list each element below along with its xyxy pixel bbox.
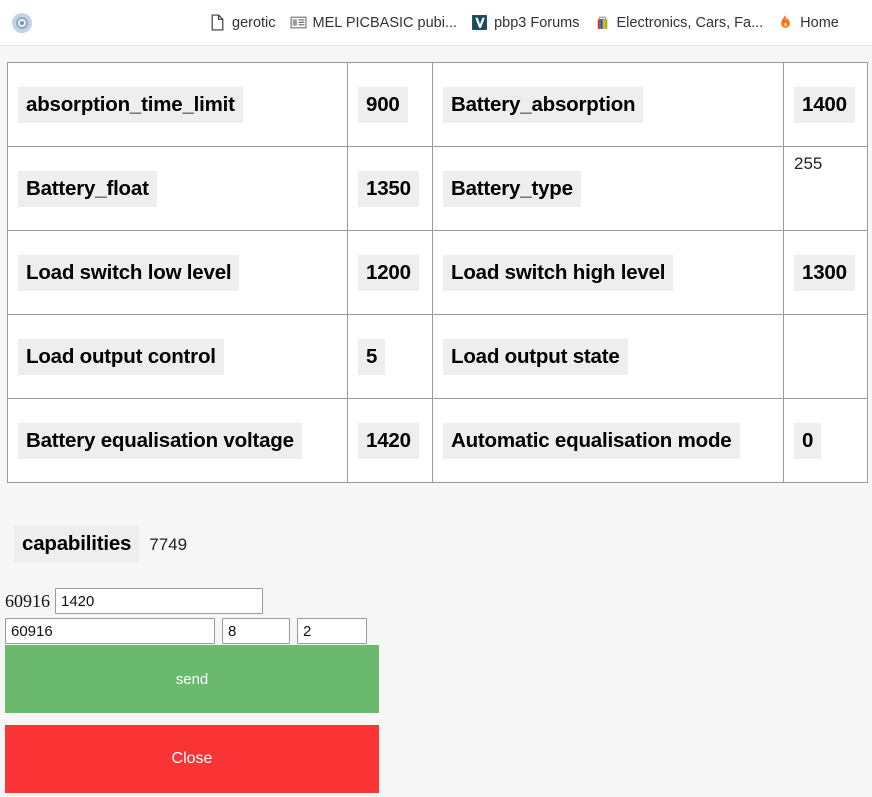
param-label: Battery_type bbox=[443, 171, 581, 207]
param-label: Automatic equalisation mode bbox=[443, 423, 740, 459]
bookmark-label: Electronics, Cars, Fa... bbox=[617, 14, 764, 32]
checkbox-v-icon bbox=[471, 14, 488, 31]
register-label: 60916 bbox=[5, 590, 50, 612]
table-row: absorption_time_limit 900 Battery_absorp… bbox=[8, 63, 868, 147]
address-input[interactable] bbox=[5, 618, 215, 644]
table-cell-name: Battery equalisation voltage bbox=[8, 399, 348, 483]
close-button[interactable]: Close bbox=[5, 725, 379, 793]
table-cell-value-empty bbox=[784, 315, 868, 399]
table-cell-value: 1300 bbox=[784, 231, 868, 315]
table-row: Load switch low level 1200 Load switch h… bbox=[8, 231, 868, 315]
table-cell-name: Battery_float bbox=[8, 147, 348, 231]
bookmark-pbp3-forums[interactable]: pbp3 Forums bbox=[464, 12, 586, 34]
param-label: Battery equalisation voltage bbox=[18, 423, 302, 459]
param-value: 900 bbox=[358, 87, 408, 123]
param-label: Load switch high level bbox=[443, 255, 673, 291]
table-cell-name: absorption_time_limit bbox=[8, 63, 348, 147]
param-value: 0 bbox=[794, 423, 821, 459]
send-button[interactable]: send bbox=[5, 645, 379, 713]
table-cell-name: Battery_absorption bbox=[433, 63, 784, 147]
table-cell-name: Load output state bbox=[433, 315, 784, 399]
bookmark-electronics-cars[interactable]: Electronics, Cars, Fa... bbox=[587, 12, 771, 34]
param-label: absorption_time_limit bbox=[18, 87, 243, 123]
mode-input[interactable] bbox=[297, 618, 367, 644]
table-cell-value: 900 bbox=[348, 63, 433, 147]
bookmark-label: Home bbox=[800, 14, 839, 32]
table-cell-name: Load switch low level bbox=[8, 231, 348, 315]
param-label: Battery_absorption bbox=[443, 87, 643, 123]
capabilities-row: capabilities 7749 bbox=[14, 526, 187, 562]
param-label: Battery_float bbox=[18, 171, 157, 207]
table-cell-value: 0 bbox=[784, 399, 868, 483]
table-cell-value: 1200 bbox=[348, 231, 433, 315]
newspaper-icon bbox=[290, 14, 307, 31]
parameter-table: absorption_time_limit 900 Battery_absorp… bbox=[7, 62, 868, 483]
disc-icon[interactable] bbox=[12, 13, 32, 33]
param-value: 1350 bbox=[358, 171, 419, 207]
param-value: 1300 bbox=[794, 255, 855, 291]
param-value: 1200 bbox=[358, 255, 419, 291]
param-value: 5 bbox=[358, 339, 385, 375]
command-row bbox=[5, 618, 367, 644]
browser-bookmark-bar: gerotic MEL PICBASIC pubi... pbp3 Forums bbox=[0, 0, 872, 46]
param-value: 255 bbox=[794, 153, 822, 175]
bookmark-label: pbp3 Forums bbox=[494, 14, 579, 32]
table-row: Load output control 5 Load output state bbox=[8, 315, 868, 399]
capabilities-label: capabilities bbox=[14, 526, 139, 562]
flame-icon bbox=[777, 14, 794, 31]
table-row: Battery_float 1350 Battery_type 255 bbox=[8, 147, 868, 231]
table-cell-value: 5 bbox=[348, 315, 433, 399]
shopping-bag-icon bbox=[594, 14, 611, 31]
bookmark-label: MEL PICBASIC pubi... bbox=[313, 14, 458, 32]
bookmark-mel-picbasic[interactable]: MEL PICBASIC pubi... bbox=[283, 12, 465, 34]
count-input[interactable] bbox=[222, 618, 290, 644]
table-cell-name: Automatic equalisation mode bbox=[433, 399, 784, 483]
bookmark-label: gerotic bbox=[232, 14, 276, 32]
table-cell-value: 1400 bbox=[784, 63, 868, 147]
table-row: Battery equalisation voltage 1420 Automa… bbox=[8, 399, 868, 483]
register-value-row: 60916 bbox=[5, 588, 263, 614]
param-value: 1420 bbox=[358, 423, 419, 459]
bookmark-home[interactable]: Home bbox=[770, 12, 846, 34]
page-icon bbox=[209, 14, 226, 31]
param-label: Load output control bbox=[18, 339, 224, 375]
bookmark-gerotic[interactable]: gerotic bbox=[202, 12, 283, 34]
table-cell-value: 255 bbox=[784, 147, 868, 231]
capabilities-value: 7749 bbox=[149, 534, 187, 556]
table-cell-value: 1420 bbox=[348, 399, 433, 483]
table-cell-name: Battery_type bbox=[433, 147, 784, 231]
param-value: 1400 bbox=[794, 87, 855, 123]
table-cell-name: Load switch high level bbox=[433, 231, 784, 315]
table-cell-name: Load output control bbox=[8, 315, 348, 399]
value-input[interactable] bbox=[55, 588, 263, 614]
param-label: Load switch low level bbox=[18, 255, 239, 291]
table-cell-value: 1350 bbox=[348, 147, 433, 231]
param-label: Load output state bbox=[443, 339, 628, 375]
